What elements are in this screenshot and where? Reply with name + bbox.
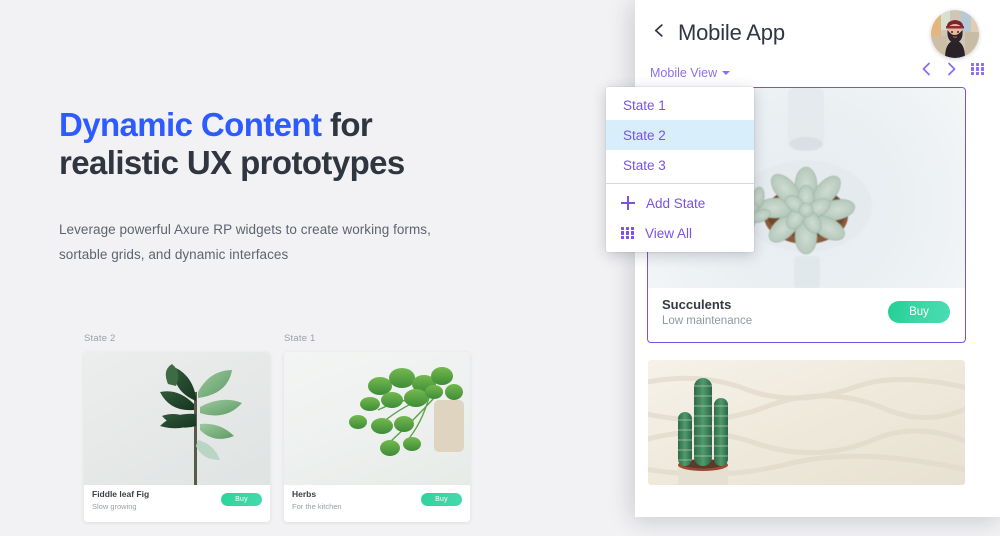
product-card[interactable]: AR Fiddle leaf Fig Slow growing Buy xyxy=(84,352,270,522)
panel-toolbar: Mobile View xyxy=(635,62,1000,90)
headline-accent: Dynamic Content xyxy=(59,106,322,143)
headline-line2: realistic UX prototypes xyxy=(59,144,405,181)
page-root: Dynamic Content for realistic UX prototy… xyxy=(0,0,1000,536)
product-card[interactable] xyxy=(648,360,965,485)
menu-item-state-1[interactable]: State 1 xyxy=(606,90,754,120)
menu-divider xyxy=(606,183,754,184)
next-state-button[interactable] xyxy=(946,62,957,76)
page-title: Dynamic Content for realistic UX prototy… xyxy=(59,106,579,182)
panel-header: Mobile App xyxy=(635,0,1000,62)
subcopy-line-2: sortable grids, and dynamic interfaces xyxy=(59,247,289,262)
subcopy-line-1: Leverage powerful Axure RP widgets to cr… xyxy=(59,222,431,237)
chevron-left-icon xyxy=(922,62,930,76)
view-selector-label: Mobile View xyxy=(650,66,718,80)
state-label: State 1 xyxy=(284,333,316,344)
product-info: Succulents Low maintenance Buy xyxy=(648,288,965,342)
panel-title: Mobile App xyxy=(678,20,785,45)
menu-item-view-all[interactable]: View All xyxy=(606,218,754,248)
chevron-right-icon xyxy=(948,62,956,76)
chevron-down-icon xyxy=(722,71,731,75)
grid-view-icon xyxy=(621,226,634,240)
state-label: State 2 xyxy=(84,333,116,344)
prev-state-button[interactable] xyxy=(921,62,932,76)
hero-subcopy: Leverage powerful Axure RP widgets to cr… xyxy=(59,217,489,267)
grid-view-button[interactable] xyxy=(971,62,984,76)
product-photo xyxy=(648,360,965,485)
product-info: Fiddle leaf Fig Slow growing Buy xyxy=(84,485,270,522)
view-selector[interactable]: Mobile View xyxy=(650,66,731,80)
headline-rest: for xyxy=(321,106,373,143)
plus-icon xyxy=(621,196,635,210)
buy-button[interactable]: Buy xyxy=(221,493,262,506)
buy-button[interactable]: Buy xyxy=(421,493,462,506)
avatar[interactable] xyxy=(931,10,979,58)
menu-item-state-2[interactable]: State 2 xyxy=(606,120,754,150)
product-photo xyxy=(284,352,470,485)
state-preview-card[interactable]: State 1 Herbs For the kitchen Buy xyxy=(284,333,470,522)
menu-item-label: Add State xyxy=(646,195,706,211)
product-card[interactable]: AR Herbs For the kitchen Buy xyxy=(284,352,470,522)
menu-item-label: View All xyxy=(645,225,693,241)
menu-item-state-3[interactable]: State 3 xyxy=(606,150,754,180)
buy-button[interactable]: Buy xyxy=(888,301,950,323)
mobile-app-panel: Mobile App Mobile View Succulents Low ma… xyxy=(635,0,1000,517)
hero-copy: Dynamic Content for realistic UX prototy… xyxy=(59,106,579,267)
product-photo xyxy=(84,352,270,485)
state-preview-card[interactable]: State 2 Fiddle leaf Fig Slow growing Buy xyxy=(84,333,270,522)
product-info: Herbs For the kitchen Buy xyxy=(284,485,470,522)
grid-view-icon xyxy=(971,62,984,76)
chevron-left-icon[interactable] xyxy=(652,24,665,37)
state-dropdown-menu: State 1 State 2 State 3 Add State View A… xyxy=(606,87,754,252)
toolbar-actions xyxy=(921,62,984,76)
menu-item-add-state[interactable]: Add State xyxy=(606,188,754,218)
